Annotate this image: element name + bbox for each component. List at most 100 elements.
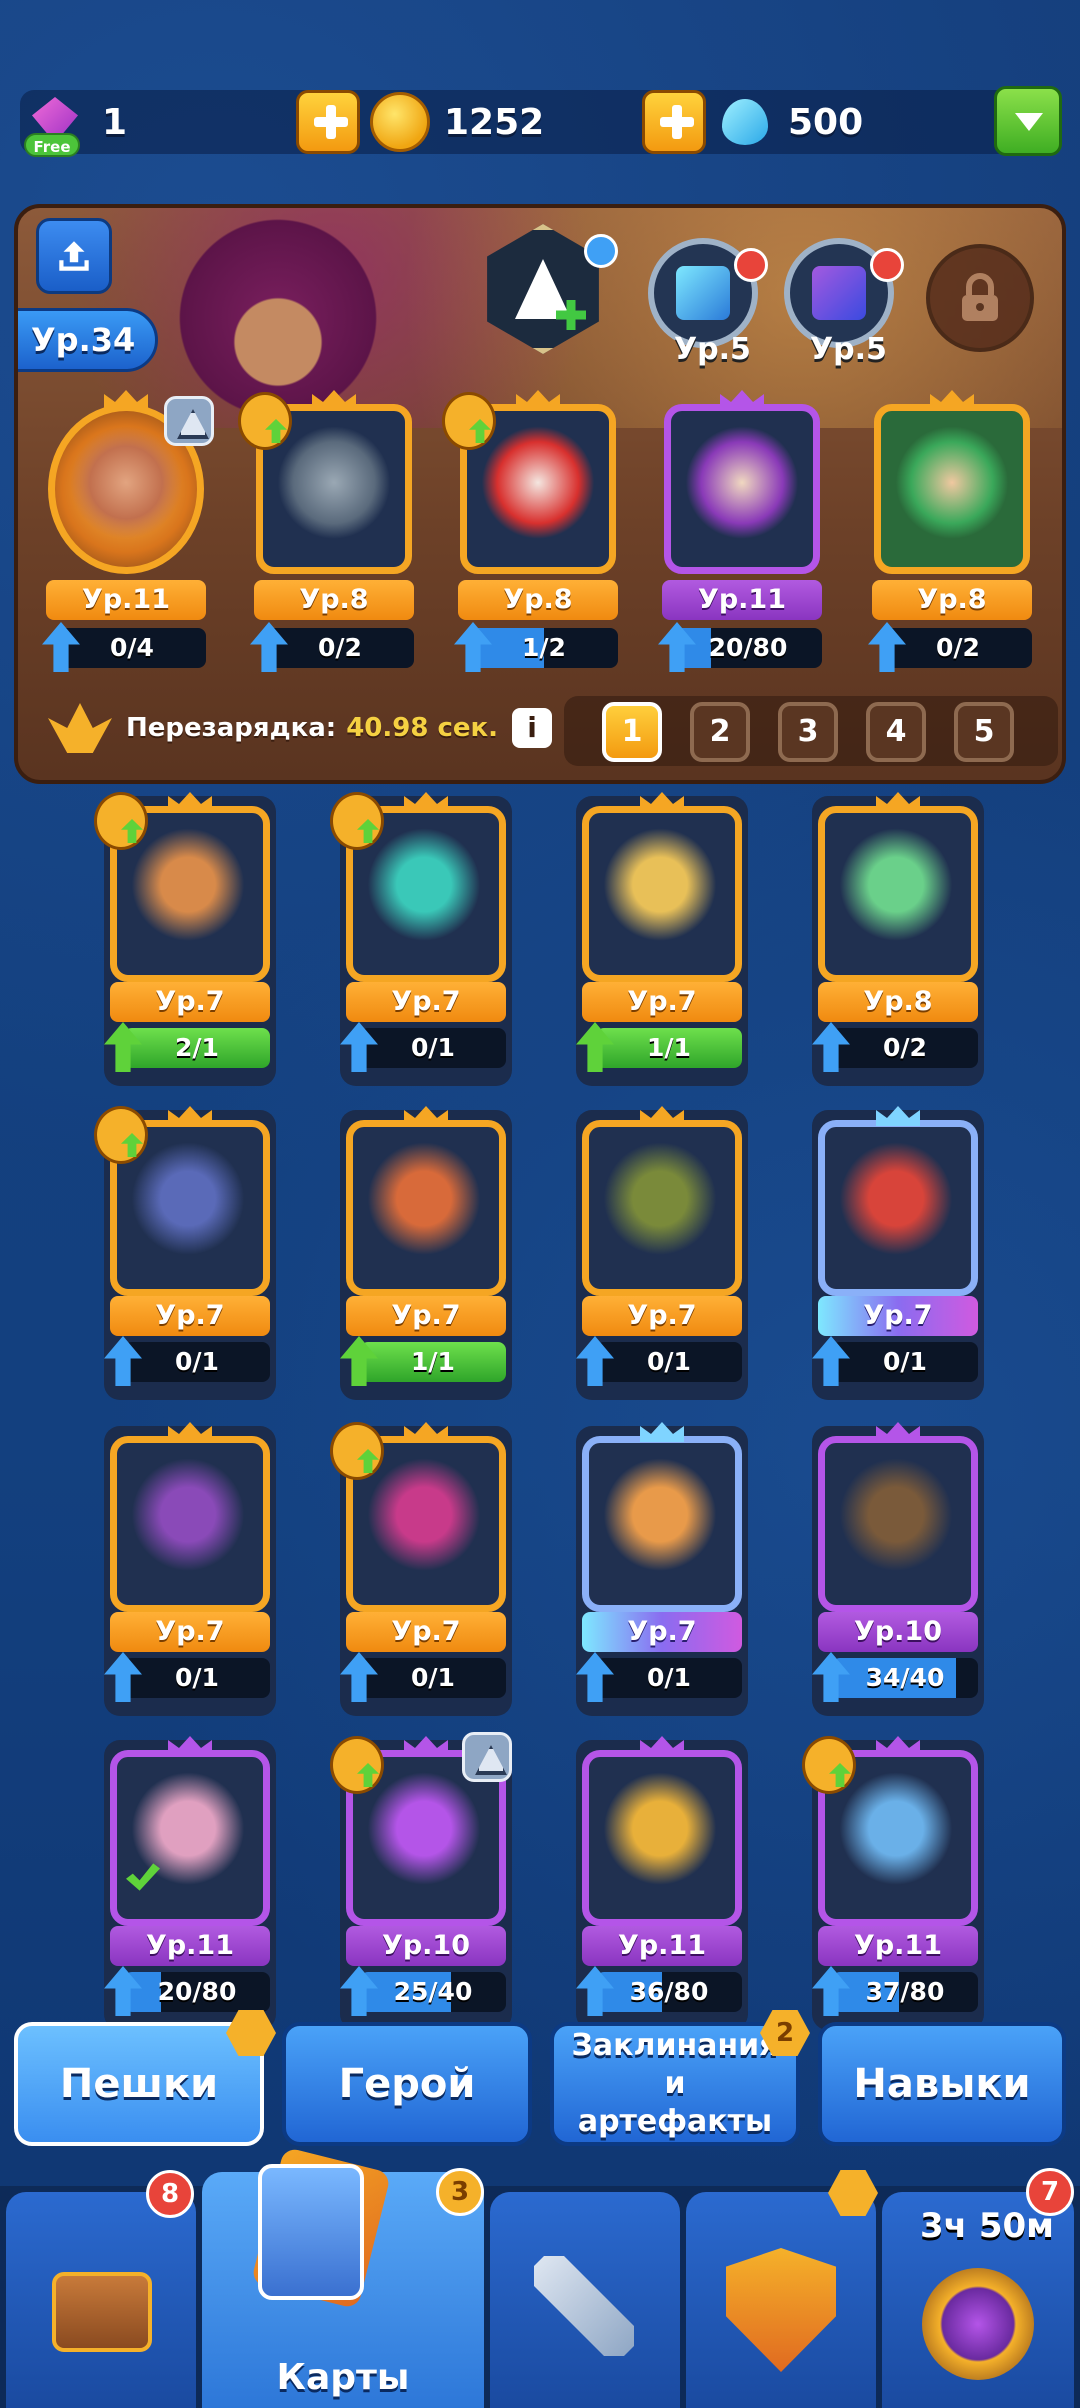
category-tab-spells[interactable]: Заклинания и артефакты xyxy=(550,2022,800,2146)
mana-drop-icon xyxy=(716,93,774,151)
category-tab-skills[interactable]: Навыки xyxy=(818,2022,1066,2146)
deck-tab-4[interactable]: 4 xyxy=(866,702,926,762)
deck-selector: 1 2 3 4 5 xyxy=(564,696,1058,766)
collection-card-9[interactable]: Ур.7 0/1 xyxy=(96,1422,280,1716)
collection-card-2[interactable]: Ур.7 0/1 xyxy=(330,792,516,1086)
sword-upgrade-icon xyxy=(330,1736,384,1794)
card-level: Ур.7 xyxy=(346,1612,506,1652)
alert-badge-icon-2 xyxy=(870,248,904,282)
card-progress: 1/1 xyxy=(360,1342,506,1382)
card-level: Ур.7 xyxy=(110,1296,270,1336)
card-progress: 0/1 xyxy=(360,1028,506,1068)
deck-tab-5[interactable]: 5 xyxy=(954,702,1014,762)
card-frame xyxy=(110,1750,270,1926)
card-frame xyxy=(582,806,742,982)
mage-rune-icon xyxy=(812,266,866,320)
deck-card-2[interactable]: Ур.8 0/2 xyxy=(238,390,422,674)
card-frame xyxy=(582,1436,742,1612)
chest-icon xyxy=(52,2272,152,2352)
nav-battle[interactable] xyxy=(490,2192,680,2408)
ability-2-level: Ур.5 xyxy=(810,332,887,367)
hero-panel: Ур.34 Ур.5 Ур.5 Ур.11 0/4 Ур.8 0/2 Ур.8 … xyxy=(14,204,1066,784)
card-frame xyxy=(346,1120,506,1296)
ability-1-level: Ур.5 xyxy=(674,332,751,367)
deck-card-1[interactable]: Ур.11 0/4 xyxy=(38,390,214,674)
menu-dropdown-button[interactable] xyxy=(994,86,1062,156)
card-level: Ур.7 xyxy=(346,1296,506,1336)
jester-portrait xyxy=(481,425,595,553)
coin-icon xyxy=(370,92,430,152)
card-level: Ур.10 xyxy=(346,1926,506,1966)
category-tab-pawns[interactable]: Пешки xyxy=(14,2022,264,2146)
collection-card-6[interactable]: Ур.7 1/1 xyxy=(332,1106,516,1400)
deck-card-4[interactable]: Ур.11 20/80 xyxy=(654,390,830,674)
nav-shop[interactable] xyxy=(6,2192,196,2408)
event-timer: 3ч 50м xyxy=(920,2206,1054,2246)
collection-card-5[interactable]: Ур.7 0/1 xyxy=(94,1106,280,1400)
card-level: Ур.7 xyxy=(582,1296,742,1336)
card-progress: 0/1 xyxy=(360,1658,506,1698)
add-coins-button[interactable] xyxy=(296,90,360,154)
collection-card-8[interactable]: Ур.7 0/1 xyxy=(804,1106,988,1400)
card-frame xyxy=(874,404,1030,574)
card-level: Ур.11 xyxy=(662,580,822,620)
sword-upgrade-icon xyxy=(94,792,148,850)
collection-card-10[interactable]: Ур.7 0/1 xyxy=(330,1422,516,1716)
collection-card-11[interactable]: Ур.7 0/1 xyxy=(568,1422,752,1716)
coin-count: 1252 xyxy=(444,101,545,143)
unit-portrait xyxy=(131,1457,245,1585)
unit-portrait xyxy=(603,827,717,955)
deck-tab-2[interactable]: 2 xyxy=(690,702,750,762)
unit-portrait xyxy=(367,1457,481,1585)
sword-upgrade-icon xyxy=(330,1422,384,1480)
locked-ability-slot[interactable] xyxy=(926,244,1034,352)
collection-card-13[interactable]: Ур.11 20/80 xyxy=(96,1736,280,2030)
collection-card-12[interactable]: Ур.10 34/40 xyxy=(804,1422,988,1716)
collection-card-3[interactable]: Ур.7 1/1 xyxy=(568,792,752,1086)
dryad-portrait xyxy=(895,425,1009,553)
card-progress: 37/80 xyxy=(832,1972,978,2012)
unit-portrait xyxy=(603,1141,717,1269)
card-level: Ур.8 xyxy=(872,580,1032,620)
unit-portrait xyxy=(131,1141,245,1269)
unit-portrait xyxy=(839,1457,953,1585)
collection-card-7[interactable]: Ур.7 0/1 xyxy=(568,1106,752,1400)
card-progress: 25/40 xyxy=(360,1972,506,2012)
unit-portrait xyxy=(131,827,245,955)
collection-card-4[interactable]: Ур.8 0/2 xyxy=(804,792,988,1086)
card-progress: 20/80 xyxy=(124,1972,270,2012)
collection-card-1[interactable]: Ур.7 2/1 xyxy=(94,792,280,1086)
add-mana-button[interactable] xyxy=(642,90,706,154)
deck-card-3[interactable]: Ур.8 1/2 xyxy=(442,390,626,674)
hood-icon xyxy=(515,259,571,319)
info-button[interactable]: i xyxy=(512,708,553,748)
rank-triangle-icon xyxy=(164,396,214,446)
unit-portrait xyxy=(603,1771,717,1899)
collection-card-14[interactable]: Ур.10 25/40 xyxy=(330,1732,516,2030)
category-tab-hero[interactable]: Герой xyxy=(282,2022,532,2146)
card-progress: 0/4 xyxy=(58,628,206,668)
deck-card-5[interactable]: Ур.8 0/2 xyxy=(864,390,1040,674)
deck-tab-3[interactable]: 3 xyxy=(778,702,838,762)
card-level: Ур.8 xyxy=(254,580,414,620)
card-level: Ур.7 xyxy=(346,982,506,1022)
card-frame xyxy=(582,1750,742,1926)
eagle-icon xyxy=(48,703,112,753)
cards-badge: 3 xyxy=(436,2168,484,2216)
deck-tab-1[interactable]: 1 xyxy=(602,702,662,762)
unit-portrait xyxy=(367,1141,481,1269)
info-dot-icon xyxy=(584,234,618,268)
card-frame xyxy=(818,1120,978,1296)
share-button[interactable] xyxy=(36,218,112,294)
lock-icon xyxy=(962,273,998,321)
gem-counter[interactable]: Free 1 xyxy=(24,80,127,164)
nav-clan[interactable] xyxy=(686,2192,876,2408)
rank-triangle-icon xyxy=(462,1732,512,1782)
card-progress: 0/1 xyxy=(832,1342,978,1382)
card-progress: 34/40 xyxy=(832,1658,978,1698)
card-level: Ур.7 xyxy=(110,982,270,1022)
unit-portrait xyxy=(367,1771,481,1899)
collection-card-15[interactable]: Ур.11 36/80 xyxy=(568,1736,752,2030)
collection-card-16[interactable]: Ур.11 37/80 xyxy=(802,1736,988,2030)
card-progress: 20/80 xyxy=(674,628,822,668)
